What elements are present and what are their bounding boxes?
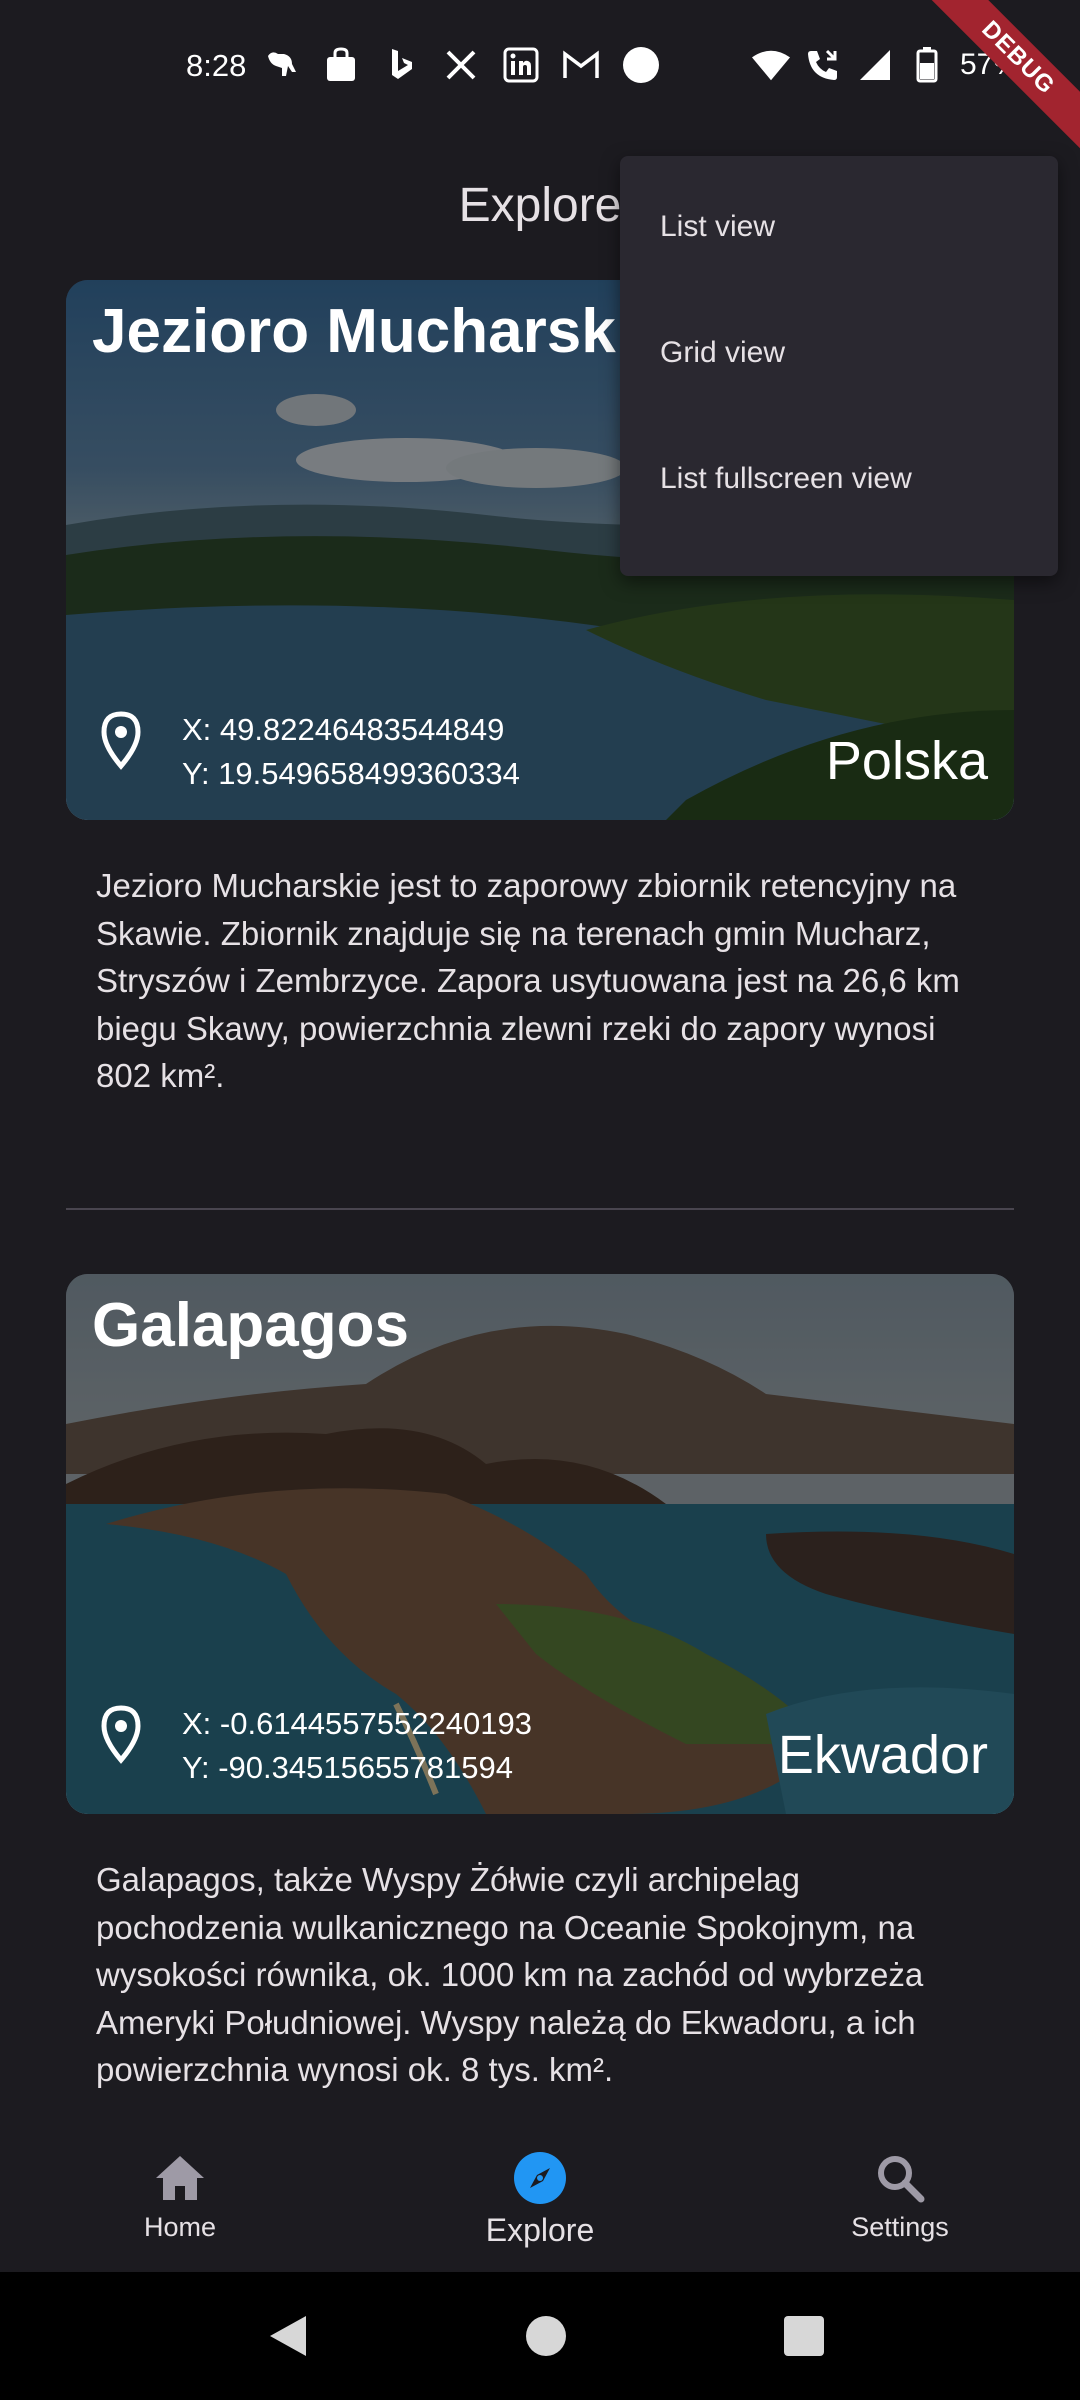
x-icon — [442, 46, 480, 84]
coordinate-y: Y: 19.549658499360334 — [182, 756, 520, 791]
bottom-navigation: Home Explore Settings — [0, 2130, 1080, 2272]
status-time: 8:28 — [186, 48, 247, 83]
battery-icon — [908, 46, 946, 84]
linkedin-icon — [502, 46, 540, 84]
location-pin-icon — [101, 1705, 141, 1764]
notification-icons — [262, 46, 660, 84]
coordinate-x: X: -0.6144557552240193 — [182, 1706, 532, 1741]
place-description: Jezioro Mucharskie jest to zaporowy zbio… — [96, 867, 960, 1094]
place-title: Galapagos — [92, 1291, 409, 1360]
bing-icon — [382, 46, 420, 84]
coordinate-x: X: 49.82246483544849 — [182, 712, 505, 747]
divider — [66, 1208, 1014, 1210]
view-mode-menu: List view Grid view List fullscreen view — [620, 156, 1058, 576]
search-icon — [872, 2150, 928, 2206]
status-bar: 8:28 57% — [0, 0, 1080, 130]
explore-icon — [512, 2150, 568, 2206]
home-circle-icon[interactable] — [516, 2306, 576, 2366]
menu-item-list-view[interactable]: List view — [620, 164, 1058, 290]
place-card[interactable]: Galapagos X: -0.6144557552240193 Y: -90.… — [66, 1274, 1014, 1814]
nav-label-explore: Explore — [485, 2212, 595, 2248]
place-coordinates: X: -0.6144557552240193 Y: -90.3451565578… — [182, 1702, 532, 1790]
recents-icon[interactable] — [774, 2306, 834, 2366]
place-item: Galapagos X: -0.6144557552240193 Y: -90.… — [66, 1274, 1014, 2094]
nav-item-home[interactable]: Home — [30, 2130, 330, 2272]
coordinate-y: Y: -90.34515655781594 — [182, 1750, 513, 1785]
nav-label-home: Home — [143, 2212, 217, 2242]
location-pin-icon — [101, 711, 141, 770]
system-navigation-bar — [0, 2272, 1080, 2400]
wifi-icon — [752, 46, 790, 84]
menu-item-list-fullscreen-view[interactable]: List fullscreen view — [620, 416, 1058, 542]
gmail-icon — [562, 46, 600, 84]
place-country: Ekwador — [777, 1725, 988, 1785]
home-icon — [152, 2150, 208, 2206]
place-coordinates: X: 49.82246483544849 Y: 19.5496584993603… — [182, 708, 520, 796]
system-status-icons: 57% — [752, 46, 1020, 84]
bag-icon — [322, 46, 360, 84]
menu-item-grid-view[interactable]: Grid view — [620, 290, 1058, 416]
place-country: Polska — [825, 731, 988, 791]
kangaroo-icon — [262, 46, 300, 84]
signal-icon — [856, 46, 894, 84]
back-icon[interactable] — [258, 2306, 318, 2366]
nav-label-settings: Settings — [851, 2212, 949, 2242]
nav-item-settings[interactable]: Settings — [750, 2130, 1050, 2272]
nav-item-explore[interactable]: Explore — [390, 2130, 690, 2272]
call-icon — [804, 46, 842, 84]
circle-icon — [622, 46, 660, 84]
place-title: Jezioro Mucharskie — [92, 297, 668, 366]
place-description: Galapagos, także Wyspy Żółwie czyli arch… — [96, 1861, 924, 2088]
battery-percent: 57% — [960, 48, 1021, 81]
